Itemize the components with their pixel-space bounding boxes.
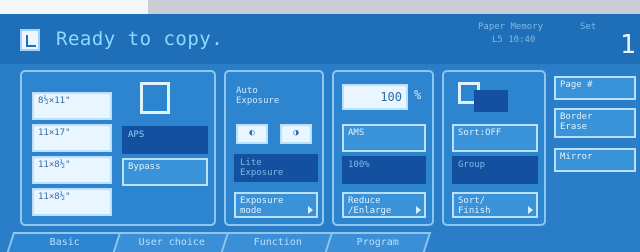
paper-size-2[interactable]: 11×17" xyxy=(32,124,112,152)
exposure-mode-label: Exposure mode xyxy=(240,196,284,216)
page-number-button[interactable]: Page # xyxy=(554,76,636,100)
tab-basic[interactable]: Basic xyxy=(6,232,124,252)
ratio-100-button[interactable]: 100% xyxy=(342,156,426,184)
paper-size-label: 8½×11" xyxy=(38,96,71,106)
tab-label: User choice xyxy=(138,237,205,248)
status-time: L5 10:40 xyxy=(492,35,536,45)
tab-label: Program xyxy=(356,237,399,248)
paper-tray-icon xyxy=(140,82,170,114)
group-button[interactable]: Group xyxy=(452,156,538,184)
sort-panel: Sort:OFF Group Sort/ Finish xyxy=(442,70,546,226)
header-bar: Ready to copy. Paper Memory Set L5 10:40… xyxy=(0,14,640,64)
mirror-button[interactable]: Mirror xyxy=(554,148,636,172)
tab-function[interactable]: Function xyxy=(220,232,336,252)
top-bezel xyxy=(0,0,640,14)
exposure-mode-button[interactable]: Exposure mode xyxy=(234,192,318,218)
paper-size-1[interactable]: 8½×11" xyxy=(32,92,112,120)
tab-program[interactable]: Program xyxy=(324,232,432,252)
ams-button[interactable]: AMS xyxy=(342,124,426,152)
ratio-panel: 100 % AMS 100% Reduce /Enlarge xyxy=(332,70,434,226)
aps-button[interactable]: APS xyxy=(122,126,208,154)
ratio-unit: % xyxy=(414,88,422,102)
sort-finish-label: Sort/ Finish xyxy=(458,196,491,216)
lite-exposure-button[interactable]: Lite Exposure xyxy=(234,154,318,182)
darker-button[interactable]: ◑ xyxy=(280,124,312,144)
copy-count: 1 xyxy=(620,30,636,60)
reduce-enlarge-button[interactable]: Reduce /Enlarge xyxy=(342,192,426,218)
paper-size-label: 11×17" xyxy=(38,128,71,138)
paper-panel: 8½×11" 11×17" 11×8½" 11×8½" APS Bypass xyxy=(20,70,216,226)
bypass-button[interactable]: Bypass xyxy=(122,158,208,186)
paper-size-3[interactable]: 11×8½" xyxy=(32,156,112,184)
status-set: Set xyxy=(580,22,597,32)
stack-icon xyxy=(474,90,508,112)
copier-screen: Ready to copy. Paper Memory Set L5 10:40… xyxy=(0,14,640,252)
lighter-button[interactable]: ◐ xyxy=(236,124,268,144)
paper-size-4[interactable]: 11×8½" xyxy=(32,188,112,216)
exposure-panel: Auto Exposure ◐ ◑ Lite Exposure Exposure… xyxy=(224,70,324,226)
sort-finish-button[interactable]: Sort/ Finish xyxy=(452,192,538,218)
paper-size-label: 11×8½" xyxy=(38,192,71,202)
arrow-icon xyxy=(528,206,533,214)
border-erase-button[interactable]: Border Erase xyxy=(554,108,636,138)
bezel-gray-band xyxy=(148,0,640,14)
sort-off-button[interactable]: Sort:OFF xyxy=(452,124,538,152)
status-title: Ready to copy. xyxy=(56,28,224,50)
reduce-enlarge-label: Reduce /Enlarge xyxy=(348,196,392,216)
ratio-display: 100 xyxy=(342,84,408,110)
auto-exposure-label: Auto Exposure xyxy=(236,86,280,106)
status-paper-memory: Paper Memory xyxy=(478,22,544,32)
tab-bar: Basic User choice Function Program xyxy=(0,232,640,252)
arrow-icon xyxy=(308,206,313,214)
paper-size-label: 11×8½" xyxy=(38,160,71,170)
copy-icon xyxy=(20,29,40,51)
tab-label: Function xyxy=(253,237,302,248)
tab-label: Basic xyxy=(49,237,80,248)
arrow-icon xyxy=(416,206,421,214)
tab-user-choice[interactable]: User choice xyxy=(112,232,232,252)
